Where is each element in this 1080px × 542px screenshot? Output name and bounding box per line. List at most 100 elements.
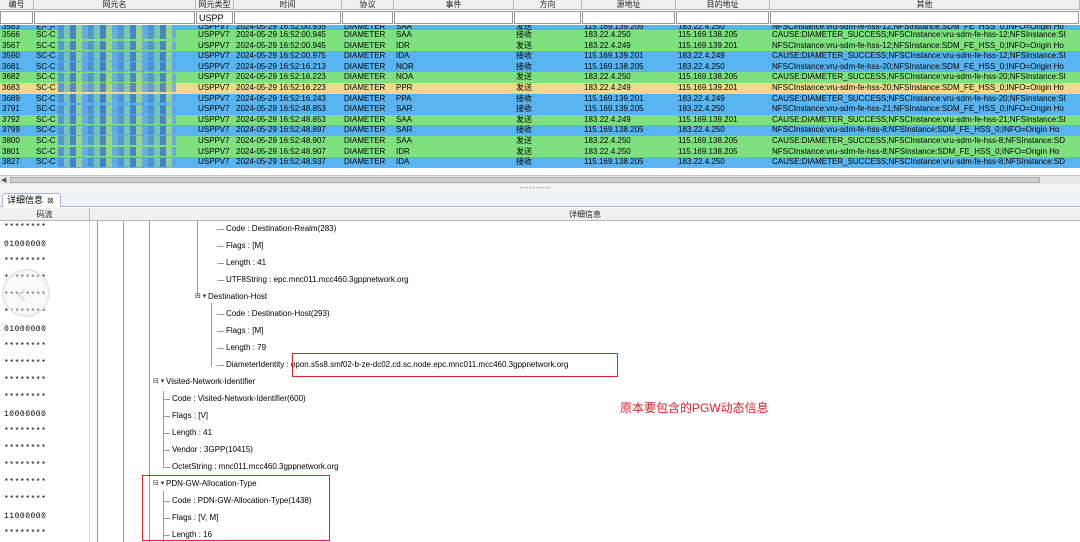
filter-input-event[interactable] [394, 11, 513, 24]
column-header-event[interactable]: 事件 [394, 0, 514, 9]
code-cell: 11000000 [4, 512, 47, 521]
tree-group-node[interactable]: Visited-Network-Identifier [166, 377, 255, 386]
filter-input-dir[interactable] [514, 11, 581, 24]
filter-input-ne[interactable] [34, 11, 195, 24]
table-row[interactable]: 3682 SC-C USPPV7 2024-05-29 16:52:16.223 DIA… [0, 72, 1080, 83]
tree-leaf-node[interactable]: Vendor : 3GPP(10415) [172, 445, 253, 454]
cell-type: USPPV7 [198, 72, 230, 82]
redacted-block [57, 72, 176, 82]
code-cell: ******** [4, 444, 47, 453]
panel-splitter[interactable]: •••••••••• [0, 184, 1080, 192]
column-header-dst[interactable]: 目的地址 [676, 0, 770, 9]
filter-input-time[interactable] [234, 11, 341, 24]
redacted-block [57, 157, 176, 167]
cell-proto: DIAMETER [344, 114, 386, 124]
table-row[interactable]: 3590 SC-C USPPV7 2024-05-29 16:52:00.975 DIA… [0, 51, 1080, 62]
cell-time: 2024-05-29 16:52:00.975 [236, 51, 326, 61]
cell-dir: 接收 [516, 157, 532, 167]
table-row[interactable]: 3683 SC-C USPPV7 2024-05-29 16:52:16.223 DIA… [0, 82, 1080, 94]
tree-leaf-node[interactable]: Length : 41 [172, 428, 212, 437]
cell-id: 3801 [2, 146, 20, 156]
table-row[interactable]: 3791 SC-C USPPV7 2024-05-29 16:52:48.853 DIA… [0, 104, 1080, 115]
cell-other: NFSCInstance:vru-sdm-fe-hss-21;NFSInstan… [772, 104, 1064, 114]
cell-id: 3792 [2, 114, 20, 124]
tree-leaf-node[interactable]: Flags : [M] [226, 326, 263, 335]
cell-other: CAUSE:DIAMETER_SUCCESS;NFSCInstance:vru-… [772, 72, 1066, 82]
scroll-left-icon[interactable]: ◀ [1, 176, 6, 184]
cell-ne: SC-C [34, 104, 196, 115]
table-row[interactable]: 3689 SC-C USPPV7 2024-05-29 16:52:16.243 DIA… [0, 93, 1080, 105]
cell-id: 3567 [2, 40, 20, 50]
code-cell: ******** [4, 461, 47, 470]
detail-header: 码流 详细信息 [0, 208, 1080, 221]
filter-input-dst[interactable] [676, 11, 769, 24]
cell-proto: DIAMETER [344, 146, 386, 156]
collapse-toggle-icon[interactable]: ⊟ ▾ [153, 377, 164, 385]
column-header-type[interactable]: 网元类型 [196, 0, 234, 9]
cell-other: NFSCInstance:vru-sdm-fe-hss-8;NFSInstanc… [772, 146, 1060, 156]
column-header-id[interactable]: 编号 [0, 0, 34, 9]
table-row[interactable]: 3567 SC-C USPPV7 2024-05-29 16:52:00.945 DIA… [0, 40, 1080, 52]
tree-leaf-node[interactable]: UTF8String : epc.mnc011.mcc460.3gppnetwo… [226, 275, 409, 284]
filter-input-other[interactable] [770, 11, 1079, 24]
filter-input-proto[interactable] [342, 11, 393, 24]
column-header-other[interactable]: 其他 [770, 0, 1080, 9]
filter-input-type[interactable] [196, 11, 233, 24]
cell-dir: 接收 [516, 93, 532, 103]
cell-id: 3689 [2, 93, 20, 103]
table-row[interactable]: 3681 SC-C USPPV7 2024-05-29 16:52:16.213 DIA… [0, 61, 1080, 73]
filter-input-id[interactable] [0, 11, 33, 24]
tree-leaf-node[interactable]: Length : 41 [226, 258, 266, 267]
tree-group-node[interactable]: Destination-Host [208, 292, 267, 301]
table-row[interactable]: 3792 SC-C USPPV7 2024-05-29 16:52:48.853 DIA… [0, 114, 1080, 126]
horizontal-scrollbar[interactable]: ◀ [0, 175, 1080, 184]
collapse-toggle-icon[interactable]: ⊟ ▾ [195, 292, 206, 300]
table-row[interactable]: 3801 SC-C USPPV7 2024-05-29 16:52:48.907 DIA… [0, 146, 1080, 158]
cell-src: 115.169.139.201 [584, 51, 644, 61]
tree-leaf-node[interactable]: Flags : [V] [172, 411, 208, 420]
filter-input-src[interactable] [582, 11, 675, 24]
close-icon[interactable]: ⊠ [47, 196, 54, 205]
detail-tabbar: 详细信息 ⊠ [0, 192, 1080, 207]
tree-node-label: DiameterIdentity : [226, 360, 291, 369]
cell-dst: 183.22.4.250 [678, 125, 725, 135]
tree-connector [163, 416, 170, 417]
tree-connector [163, 433, 170, 434]
cell-proto: DIAMETER [344, 30, 386, 39]
table-row[interactable]: 3827 SC-C USPPV7 2024-05-29 16:52:48.937 DIA… [0, 157, 1080, 168]
tree-leaf-node[interactable]: Code : Visited-Network-Identifier(600) [172, 394, 306, 403]
tree-leaf-node[interactable]: OctetString : mnc011.mcc460.3gppnetwork.… [172, 462, 339, 471]
column-header-dir[interactable]: 方向 [514, 0, 582, 9]
code-column: ******** 01000000 ******** ******** ********… [0, 221, 90, 542]
tree-connector [217, 314, 224, 315]
annotation-text: 原本要包含的PGW动态信息 [620, 401, 769, 415]
tree-leaf-node[interactable]: Length : 79 [226, 343, 266, 352]
cell-ne: SC-C [34, 83, 196, 94]
cell-ne: SC-C [34, 72, 196, 83]
back-nav-button[interactable]: ‹ [2, 269, 50, 317]
column-header-src[interactable]: 源地址 [582, 0, 676, 9]
cell-type: USPPV7 [198, 157, 230, 167]
tree-leaf-node[interactable]: Flags : [M] [226, 241, 263, 250]
column-header-ne[interactable]: 网元名 [34, 0, 196, 9]
table-row[interactable]: 3799 SC-C USPPV7 2024-05-29 16:52:48.897 DIA… [0, 125, 1080, 136]
cell-type: USPPV7 [198, 30, 230, 39]
col-code-header[interactable]: 码流 [0, 208, 90, 220]
col-detail-header[interactable]: 详细信息 [90, 208, 1080, 220]
column-header-proto[interactable]: 协议 [342, 0, 394, 9]
cell-dst: 115.169.139.201 [678, 40, 738, 50]
cell-type: USPPV7 [198, 114, 230, 124]
tab-detail-info[interactable]: 详细信息 ⊠ [2, 193, 61, 207]
cell-time: 2024-05-29 16:52:16.223 [236, 82, 326, 92]
tree-node-label: Code : Destination-Realm(283) [226, 224, 337, 233]
column-header-time[interactable]: 时间 [234, 0, 342, 9]
cell-proto: DIAMETER [344, 72, 386, 82]
code-cell: 10000000 [4, 410, 47, 419]
scrollbar-thumb[interactable] [10, 177, 1040, 183]
table-row[interactable]: 3566 SC-C USPPV7 2024-05-29 16:52:00.945 DIA… [0, 30, 1080, 41]
tree-leaf-node[interactable]: Code : Destination-Realm(283) [226, 224, 336, 233]
cell-dst: 115.169.138.205 [678, 135, 738, 145]
tree-leaf-node[interactable]: Code : Destination-Host(293) [226, 309, 330, 318]
table-row[interactable]: 3800 SC-C USPPV7 2024-05-29 16:52:48.907 DIA… [0, 135, 1080, 147]
code-cell: ******** [4, 376, 47, 385]
